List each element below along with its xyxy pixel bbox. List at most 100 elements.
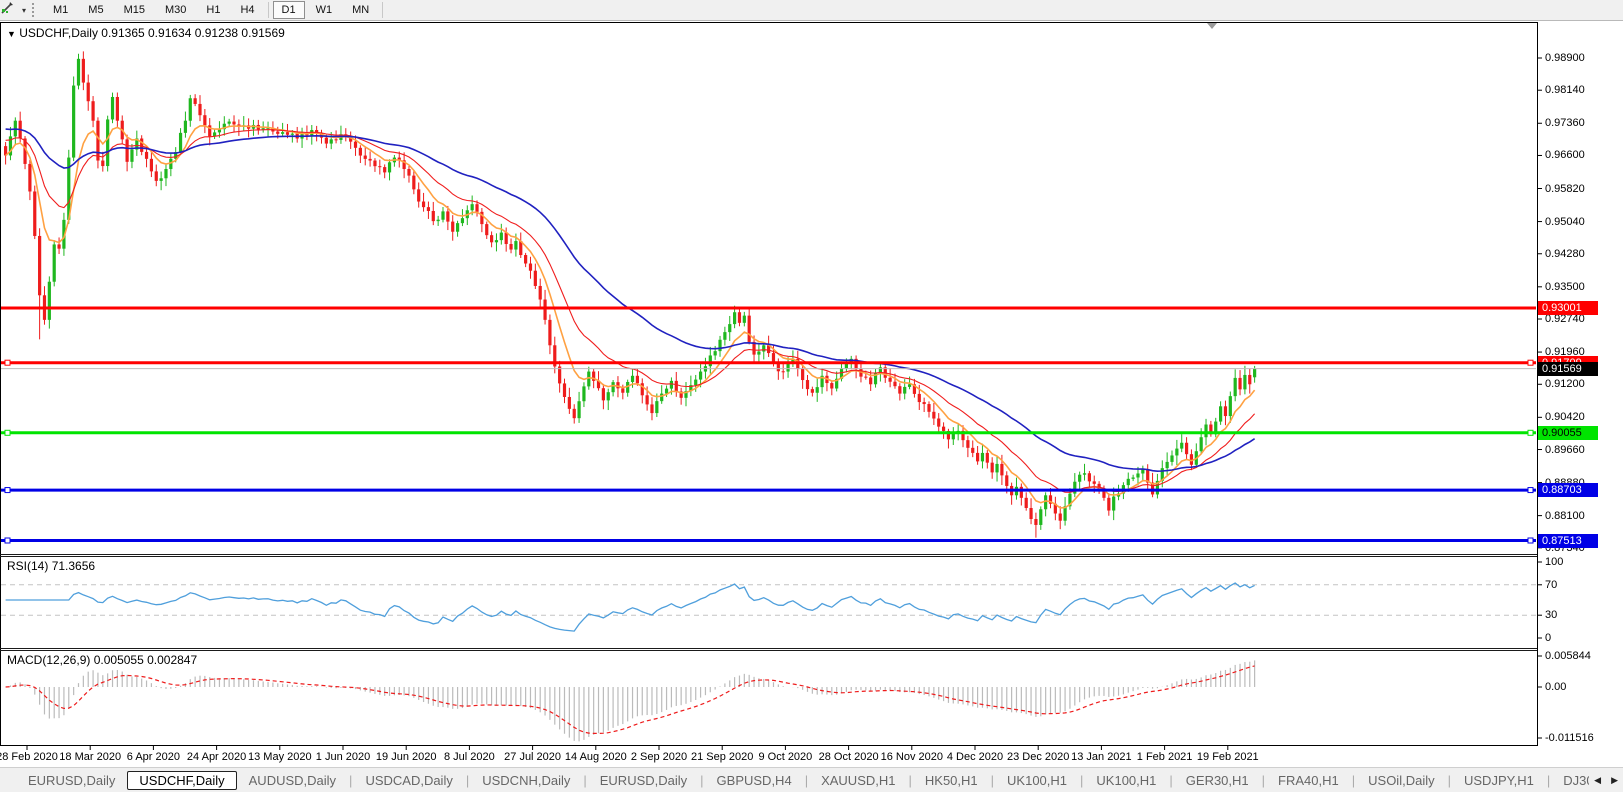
tab-scroll-left-icon[interactable]: ◀ — [1589, 775, 1606, 786]
rsi-tick-label: 30 — [1545, 609, 1557, 621]
hline-price-badge: 0.93001 — [1538, 301, 1598, 315]
hline-price-badge: 0.87513 — [1538, 534, 1598, 548]
rsi-tick-label: 70 — [1545, 579, 1557, 591]
x-axis-date-label: 21 Sep 2020 — [691, 751, 753, 763]
chart-tab-strip: EURUSD,DailyUSDCHF,DailyAUDUSD,Daily|USD… — [0, 771, 1589, 790]
timeframe-button-m1[interactable]: M1 — [44, 1, 77, 19]
chart-ohlc-values: 0.91365 0.91634 0.91238 0.91569 — [101, 26, 285, 40]
price-tick-label: 0.98140 — [1545, 84, 1585, 96]
price-tick-label: 0.95820 — [1545, 183, 1585, 195]
x-axis-date-label: 1 Feb 2021 — [1137, 751, 1193, 763]
x-axis-date-label: 24 Apr 2020 — [187, 751, 246, 763]
timeframe-button-group: M1M5M15M30H1H4 D1W1MN — [43, 1, 386, 19]
rsi-indicator-label: RSI(14) 71.3656 — [7, 559, 95, 573]
hline-handle[interactable] — [5, 538, 10, 543]
mt4-window: ▾ M1M5M15M30H1H4 D1W1MN ▼ USDCHF,Daily 0.… — [0, 0, 1623, 792]
hline-price-badge: 0.88703 — [1538, 483, 1598, 497]
rsi-name: RSI(14) — [7, 559, 48, 573]
hline-handle[interactable] — [5, 430, 10, 435]
price-tick-label: 0.97360 — [1545, 117, 1585, 129]
chart-tab-audusd-daily[interactable]: AUDUSD,Daily — [237, 771, 348, 790]
x-axis-date-label: 8 Jul 2020 — [444, 751, 495, 763]
macd-tick-label: 0.00 — [1545, 681, 1566, 693]
x-axis-date-label: 19 Feb 2021 — [1197, 751, 1259, 763]
toolbar-separator — [268, 2, 269, 18]
chart-tab-bar: EURUSD,DailyUSDCHF,DailyAUDUSD,Daily|USD… — [0, 767, 1623, 792]
rsi-line — [6, 583, 1255, 631]
ma-medium — [6, 130, 1255, 493]
price-tick-label: 0.88100 — [1545, 510, 1585, 522]
macd-tick-label: -0.011516 — [1545, 732, 1594, 744]
hline-handle[interactable] — [1528, 488, 1533, 493]
timeframe-button-h1[interactable]: H1 — [197, 1, 229, 19]
chart-tab-hk50-h1[interactable]: HK50,H1 — [913, 771, 990, 790]
price-tick-label: 0.90420 — [1545, 411, 1585, 423]
x-axis-date-label: 13 May 2020 — [248, 751, 312, 763]
chart-tab-xauusd-h1[interactable]: XAUUSD,H1 — [809, 771, 907, 790]
timeframe-button-h4[interactable]: H4 — [231, 1, 263, 19]
timeframe-button-m15[interactable]: M15 — [115, 1, 154, 19]
x-axis-date-label: 13 Jan 2021 — [1071, 751, 1132, 763]
rsi-tick-label: 100 — [1545, 556, 1563, 568]
hline-handle[interactable] — [1528, 538, 1533, 543]
chart-tab-gbpusd-h4[interactable]: GBPUSD,H4 — [705, 771, 804, 790]
price-tick-label: 0.91200 — [1545, 378, 1585, 390]
x-axis-date-label: 4 Dec 2020 — [947, 751, 1003, 763]
candlesticks — [4, 51, 1256, 537]
price-tick-label: 0.89660 — [1545, 444, 1585, 456]
chart-tab-uk100-h1[interactable]: UK100,H1 — [1084, 771, 1168, 790]
timeframe-button-m30[interactable]: M30 — [156, 1, 195, 19]
x-axis-date-label: 16 Nov 2020 — [881, 751, 943, 763]
toolbar-drag-handle[interactable] — [32, 3, 39, 17]
x-axis-date-label: 1 Jun 2020 — [316, 751, 370, 763]
timeframe-button-w1[interactable]: W1 — [307, 1, 342, 19]
macd-panel — [6, 660, 1255, 741]
x-axis-date-label: 6 Apr 2020 — [127, 751, 180, 763]
chart-tab-eurusd-daily[interactable]: EURUSD,Daily — [16, 771, 127, 790]
chart-frame — [0, 23, 1542, 751]
timeframe-button-mn[interactable]: MN — [343, 1, 378, 19]
macd-tick-label: 0.005844 — [1545, 650, 1591, 662]
price-tick-label: 0.93500 — [1545, 281, 1585, 293]
chart-tab-usdjpy-h1[interactable]: USDJPY,H1 — [1452, 771, 1546, 790]
rsi-panel — [1, 583, 1536, 631]
rsi-value: 71.3656 — [52, 559, 95, 573]
chart-tab-usoil-daily[interactable]: USOil,Daily — [1356, 771, 1446, 790]
chart-tab-eurusd-daily[interactable]: EURUSD,Daily — [588, 771, 699, 790]
moving-average-lines — [6, 126, 1255, 508]
price-tick-label: 0.95040 — [1545, 216, 1585, 228]
chart-tab-uk100-h1[interactable]: UK100,H1 — [995, 771, 1079, 790]
macd-name: MACD(12,26,9) — [7, 653, 90, 667]
timeframe-button-m5[interactable]: M5 — [79, 1, 112, 19]
chart-tab-dj30-daily[interactable]: DJ30,Daily — [1551, 771, 1589, 790]
chart-tab-fra40-h1[interactable]: FRA40,H1 — [1266, 771, 1351, 790]
hline-handle[interactable] — [1528, 430, 1533, 435]
x-axis-date-label: 28 Oct 2020 — [819, 751, 879, 763]
ma-slow — [6, 129, 1255, 471]
x-axis-date-label: 19 Jun 2020 — [376, 751, 437, 763]
chart-tab-ger30-h1[interactable]: GER30,H1 — [1174, 771, 1261, 790]
tab-scroll-right-icon[interactable]: ▶ — [1606, 775, 1623, 786]
ma-fast — [6, 126, 1255, 508]
cursor-tool-icon[interactable] — [3, 2, 21, 18]
x-axis-date-label: 27 Jul 2020 — [504, 751, 561, 763]
price-tick-label: 0.96600 — [1545, 149, 1585, 161]
toolbar-separator — [382, 2, 383, 18]
current-price-badge: 0.91569 — [1538, 362, 1598, 376]
chart-title-collapse-icon[interactable]: ▼ — [7, 29, 16, 39]
hline-price-badge: 0.90055 — [1538, 426, 1598, 440]
timeframe-button-d1[interactable]: D1 — [273, 1, 305, 19]
chart-tab-usdcnh-daily[interactable]: USDCNH,Daily — [470, 771, 582, 790]
macd-signal-line — [6, 666, 1255, 734]
price-tick-label: 0.94280 — [1545, 248, 1585, 260]
hline-handle[interactable] — [5, 488, 10, 493]
chart-tab-usdchf-daily[interactable]: USDCHF,Daily — [127, 771, 236, 790]
x-axis-date-label: 28 Feb 2020 — [0, 751, 58, 763]
rsi-tick-label: 0 — [1545, 632, 1551, 644]
hline-handle[interactable] — [1528, 360, 1533, 365]
hline-handle[interactable] — [5, 360, 10, 365]
x-axis-date-label: 9 Oct 2020 — [758, 751, 812, 763]
chart-tab-usdcad-daily[interactable]: USDCAD,Daily — [353, 771, 464, 790]
chart-shift-marker[interactable] — [1207, 23, 1217, 29]
chevron-down-icon[interactable]: ▾ — [22, 6, 26, 15]
